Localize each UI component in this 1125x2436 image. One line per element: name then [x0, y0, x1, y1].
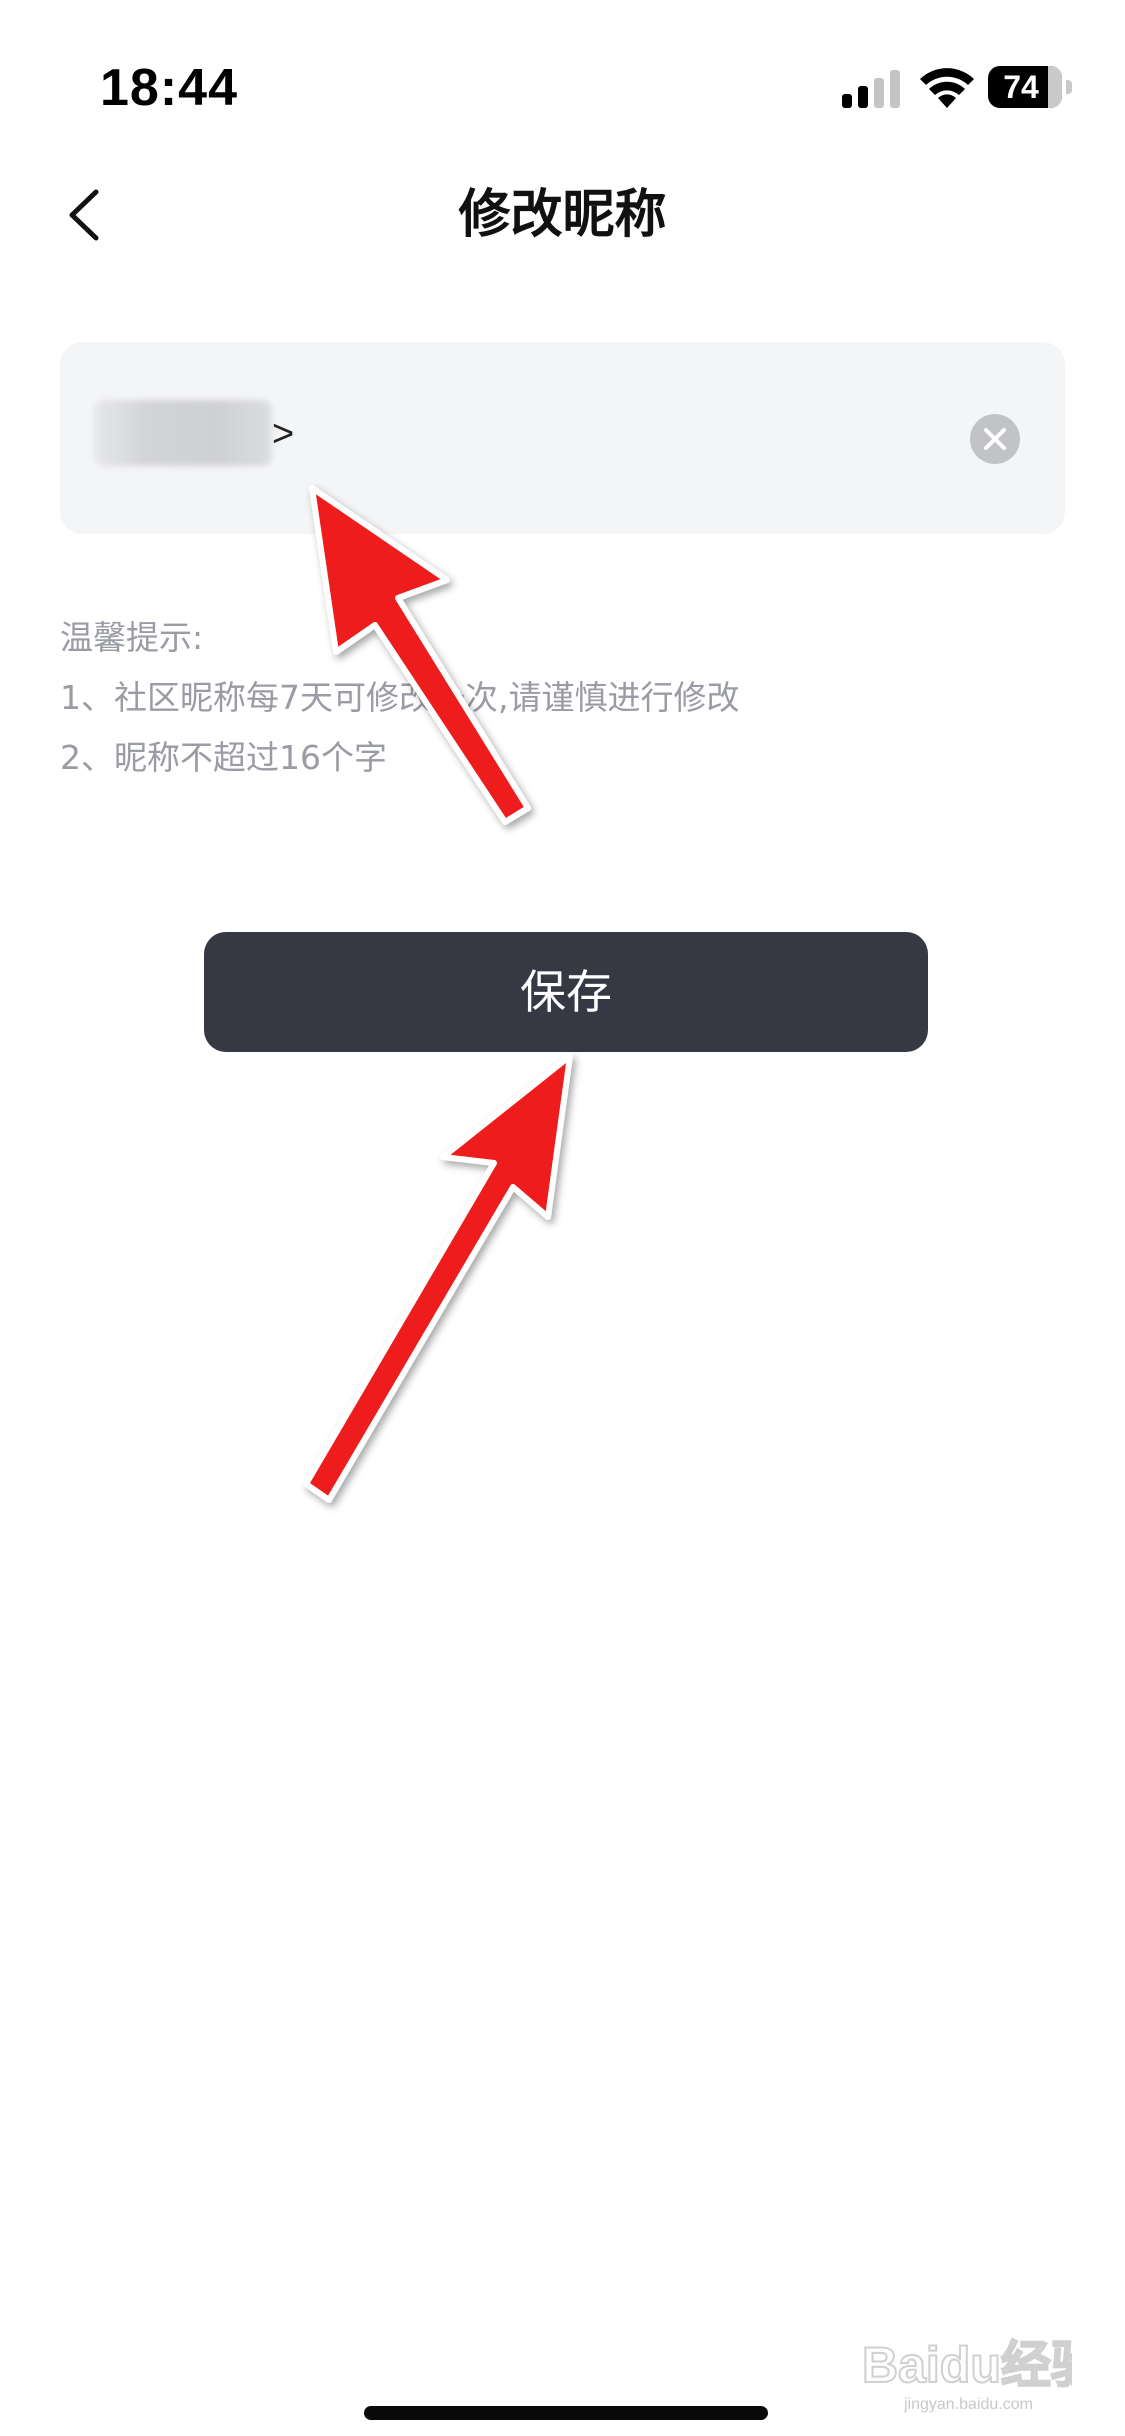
page-title: 修改昵称	[458, 185, 667, 245]
battery-icon: 74	[988, 66, 1072, 108]
tips-section: 温馨提示: 1、社区昵称每7天可修改一次,请谨慎进行修改 2、昵称不超过16个字	[60, 608, 739, 788]
svg-text:Baidu经验: Baidu经验	[862, 2337, 1072, 2393]
wifi-icon	[920, 68, 974, 108]
clear-circle-icon[interactable]	[970, 414, 1020, 464]
nickname-input[interactable]: >	[60, 342, 1065, 534]
arrow-to-save-button	[303, 1053, 573, 1503]
home-indicator[interactable]	[364, 2406, 768, 2420]
save-button[interactable]: 保存	[204, 932, 928, 1052]
tip-item: 1、社区昵称每7天可修改一次,请谨慎进行修改	[60, 678, 740, 717]
nickname-value-suffix: >	[272, 413, 295, 455]
tips-heading: 温馨提示:	[60, 618, 204, 657]
signal-icon	[842, 70, 900, 108]
watermark-subtext: jingyan.baidu.com	[904, 2396, 1033, 2413]
tip-item: 2、昵称不超过16个字	[60, 738, 387, 777]
battery-level: 74	[1003, 69, 1039, 105]
status-time: 18:44	[100, 59, 238, 117]
baidu-watermark-logo: Baidu经验	[862, 2336, 1072, 2394]
nickname-blurred-value	[94, 400, 272, 466]
